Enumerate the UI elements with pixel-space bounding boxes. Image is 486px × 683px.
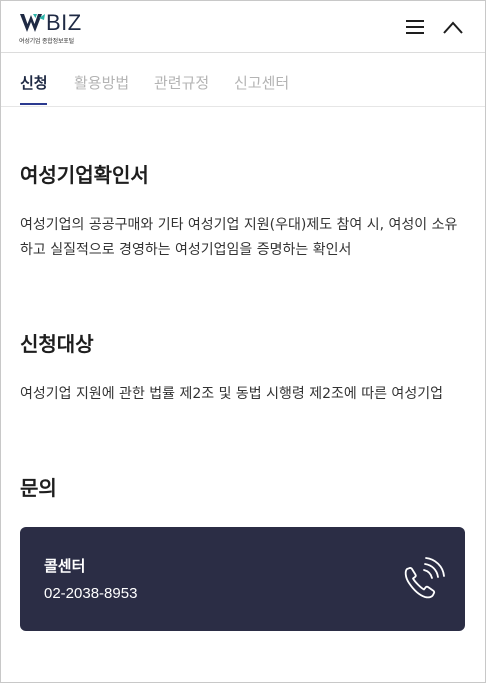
tab-report-center[interactable]: 신고센터 xyxy=(234,72,289,93)
certificate-line-2: 하고 실질적으로 경영하는 여성기업임을 증명하는 확인서 xyxy=(20,242,352,258)
hamburger-menu-icon xyxy=(406,20,424,34)
section-title-target: 신청대상 xyxy=(20,332,94,356)
tab-bar: 신청 활용방법 관련규정 신고센터 xyxy=(1,54,485,107)
phone-ringing-icon[interactable] xyxy=(397,555,447,603)
logo-text: BIZ xyxy=(46,10,82,35)
tab-apply[interactable]: 신청 xyxy=(20,72,48,93)
call-center-phone[interactable]: 02-2038-8953 xyxy=(44,585,137,602)
tab-regulations[interactable]: 관련규정 xyxy=(154,72,209,93)
collapse-button[interactable] xyxy=(441,16,465,38)
certificate-line-1: 여성기업의 공공구매와 기타 여성기업 지원(우대)제도 참여 시, 여성이 소… xyxy=(20,217,458,233)
logo-mark-icon xyxy=(20,14,45,32)
header: BIZ 여성기업 종합정보포털 xyxy=(1,1,485,53)
tab-usage[interactable]: 활용방법 xyxy=(74,72,129,93)
logo[interactable]: BIZ 여성기업 종합정보포털 xyxy=(19,10,99,46)
section-body-target: 여성기업 지원에 관한 법률 제2조 및 동법 시행령 제2조에 따른 여성기업 xyxy=(20,386,443,402)
menu-button[interactable] xyxy=(404,16,426,38)
active-tab-indicator xyxy=(20,103,47,105)
section-title-inquiry: 문의 xyxy=(20,476,57,500)
section-title-certificate: 여성기업확인서 xyxy=(20,163,149,187)
call-center-card[interactable]: 콜센터 02-2038-8953 xyxy=(20,527,465,631)
chevron-up-icon xyxy=(443,21,463,34)
call-center-title: 콜센터 xyxy=(44,557,86,575)
section-body-certificate: 여성기업의 공공구매와 기타 여성기업 지원(우대)제도 참여 시, 여성이 소… xyxy=(20,213,468,263)
logo-subtitle: 여성기업 종합정보포털 xyxy=(19,38,74,45)
page-frame: BIZ 여성기업 종합정보포털 신청 활용방법 관련규정 신고센터 여성기업확인… xyxy=(0,0,486,683)
